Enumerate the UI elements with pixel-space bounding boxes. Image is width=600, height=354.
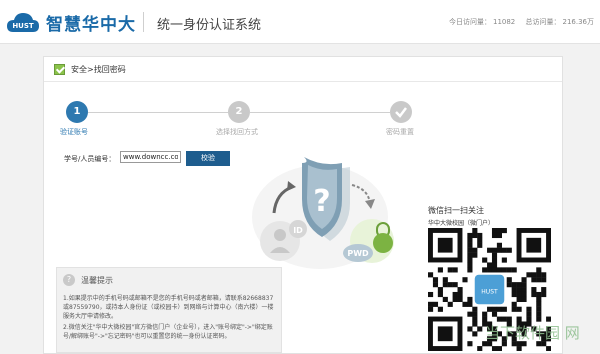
step-2-label: 选择找回方式: [216, 128, 258, 136]
pwd-badge: PWD: [347, 249, 369, 258]
breadcrumb: 安全>找回密码: [54, 64, 126, 75]
qr-subtitle: 华中大微校园（微门户）: [428, 220, 495, 227]
step-2-circle: 2: [228, 101, 250, 123]
panel-divider: [44, 81, 562, 82]
qr-logo-text: HUST: [481, 288, 498, 295]
account-label: 学号/人员编号：: [64, 155, 116, 163]
brand-title: 智慧华中大: [46, 15, 136, 35]
cloud-logo-icon: HUST: [7, 13, 39, 32]
tips-line-1: 1.如果提示中的手机号码或邮箱不是您的手机号码或者邮箱，请联系82668837或…: [63, 295, 274, 320]
today-visits-label: 今日访问量：: [448, 18, 491, 26]
id-badge: ID: [293, 226, 303, 235]
breadcrumb-text: 安全>找回密码: [71, 65, 126, 74]
security-illustration: ? ID PWD: [252, 157, 394, 269]
system-title: 统一身份认证系统: [157, 18, 262, 33]
logo-text: HUST: [12, 22, 34, 30]
step-1-label: 验证账号: [60, 128, 88, 136]
step-3-check-icon: [390, 101, 412, 123]
top-header: HUST 智慧华中大 统一身份认证系统 今日访问量： 11082 总访问量： 216…: [0, 0, 600, 44]
checkbox-icon: [54, 64, 65, 75]
question-circle-icon: ?: [63, 274, 75, 286]
qr-title: 微信扫一扫关注: [428, 206, 484, 215]
tips-box: ? 温馨提示 1.如果提示中的手机号码或邮箱不是您的手机号码或者邮箱，请联系82…: [56, 267, 282, 353]
step-connector: [250, 112, 390, 113]
tips-line-2: 2.微信关注"华中大微校园"官方微信门户（企业号），进入"账号绑定"->"绑定账…: [63, 324, 273, 340]
verify-button[interactable]: 校验: [186, 151, 230, 166]
step-connector: [88, 112, 228, 113]
total-visits-value: 216.36万: [562, 18, 595, 26]
watermark: 当下软件园 网: [485, 324, 580, 342]
question-mark: ?: [313, 184, 330, 219]
header-divider: [143, 12, 144, 32]
today-visits-value: 11082: [492, 18, 516, 26]
step-3-label: 密码重置: [386, 128, 414, 136]
account-input[interactable]: [120, 151, 181, 163]
total-visits-label: 总访问量：: [525, 18, 561, 26]
visit-stats: 今日访问量： 11082 总访问量： 216.36万: [447, 17, 594, 27]
step-1-circle: 1: [66, 101, 88, 123]
tips-title: 温馨提示: [81, 275, 113, 285]
tips-header: ? 温馨提示: [63, 274, 113, 286]
